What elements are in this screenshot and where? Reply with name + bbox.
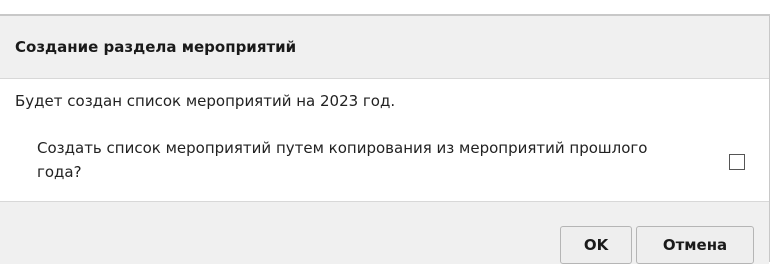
info-text: Будет создан список мероприятий на 2023 …: [15, 92, 396, 110]
copy-from-previous-year-checkbox[interactable]: [729, 154, 745, 170]
copy-question-text: Создать список мероприятий путем копиров…: [37, 139, 648, 181]
dialog-title: Создание раздела мероприятий: [15, 38, 297, 56]
cancel-button[interactable]: Отмена: [636, 226, 754, 264]
ok-button[interactable]: OK: [560, 226, 632, 264]
dialog-footer: OK Отмена: [0, 201, 769, 264]
dialog-header: Создание раздела мероприятий: [0, 16, 769, 79]
create-events-section-dialog: Создание раздела мероприятий Будет созда…: [0, 14, 770, 264]
